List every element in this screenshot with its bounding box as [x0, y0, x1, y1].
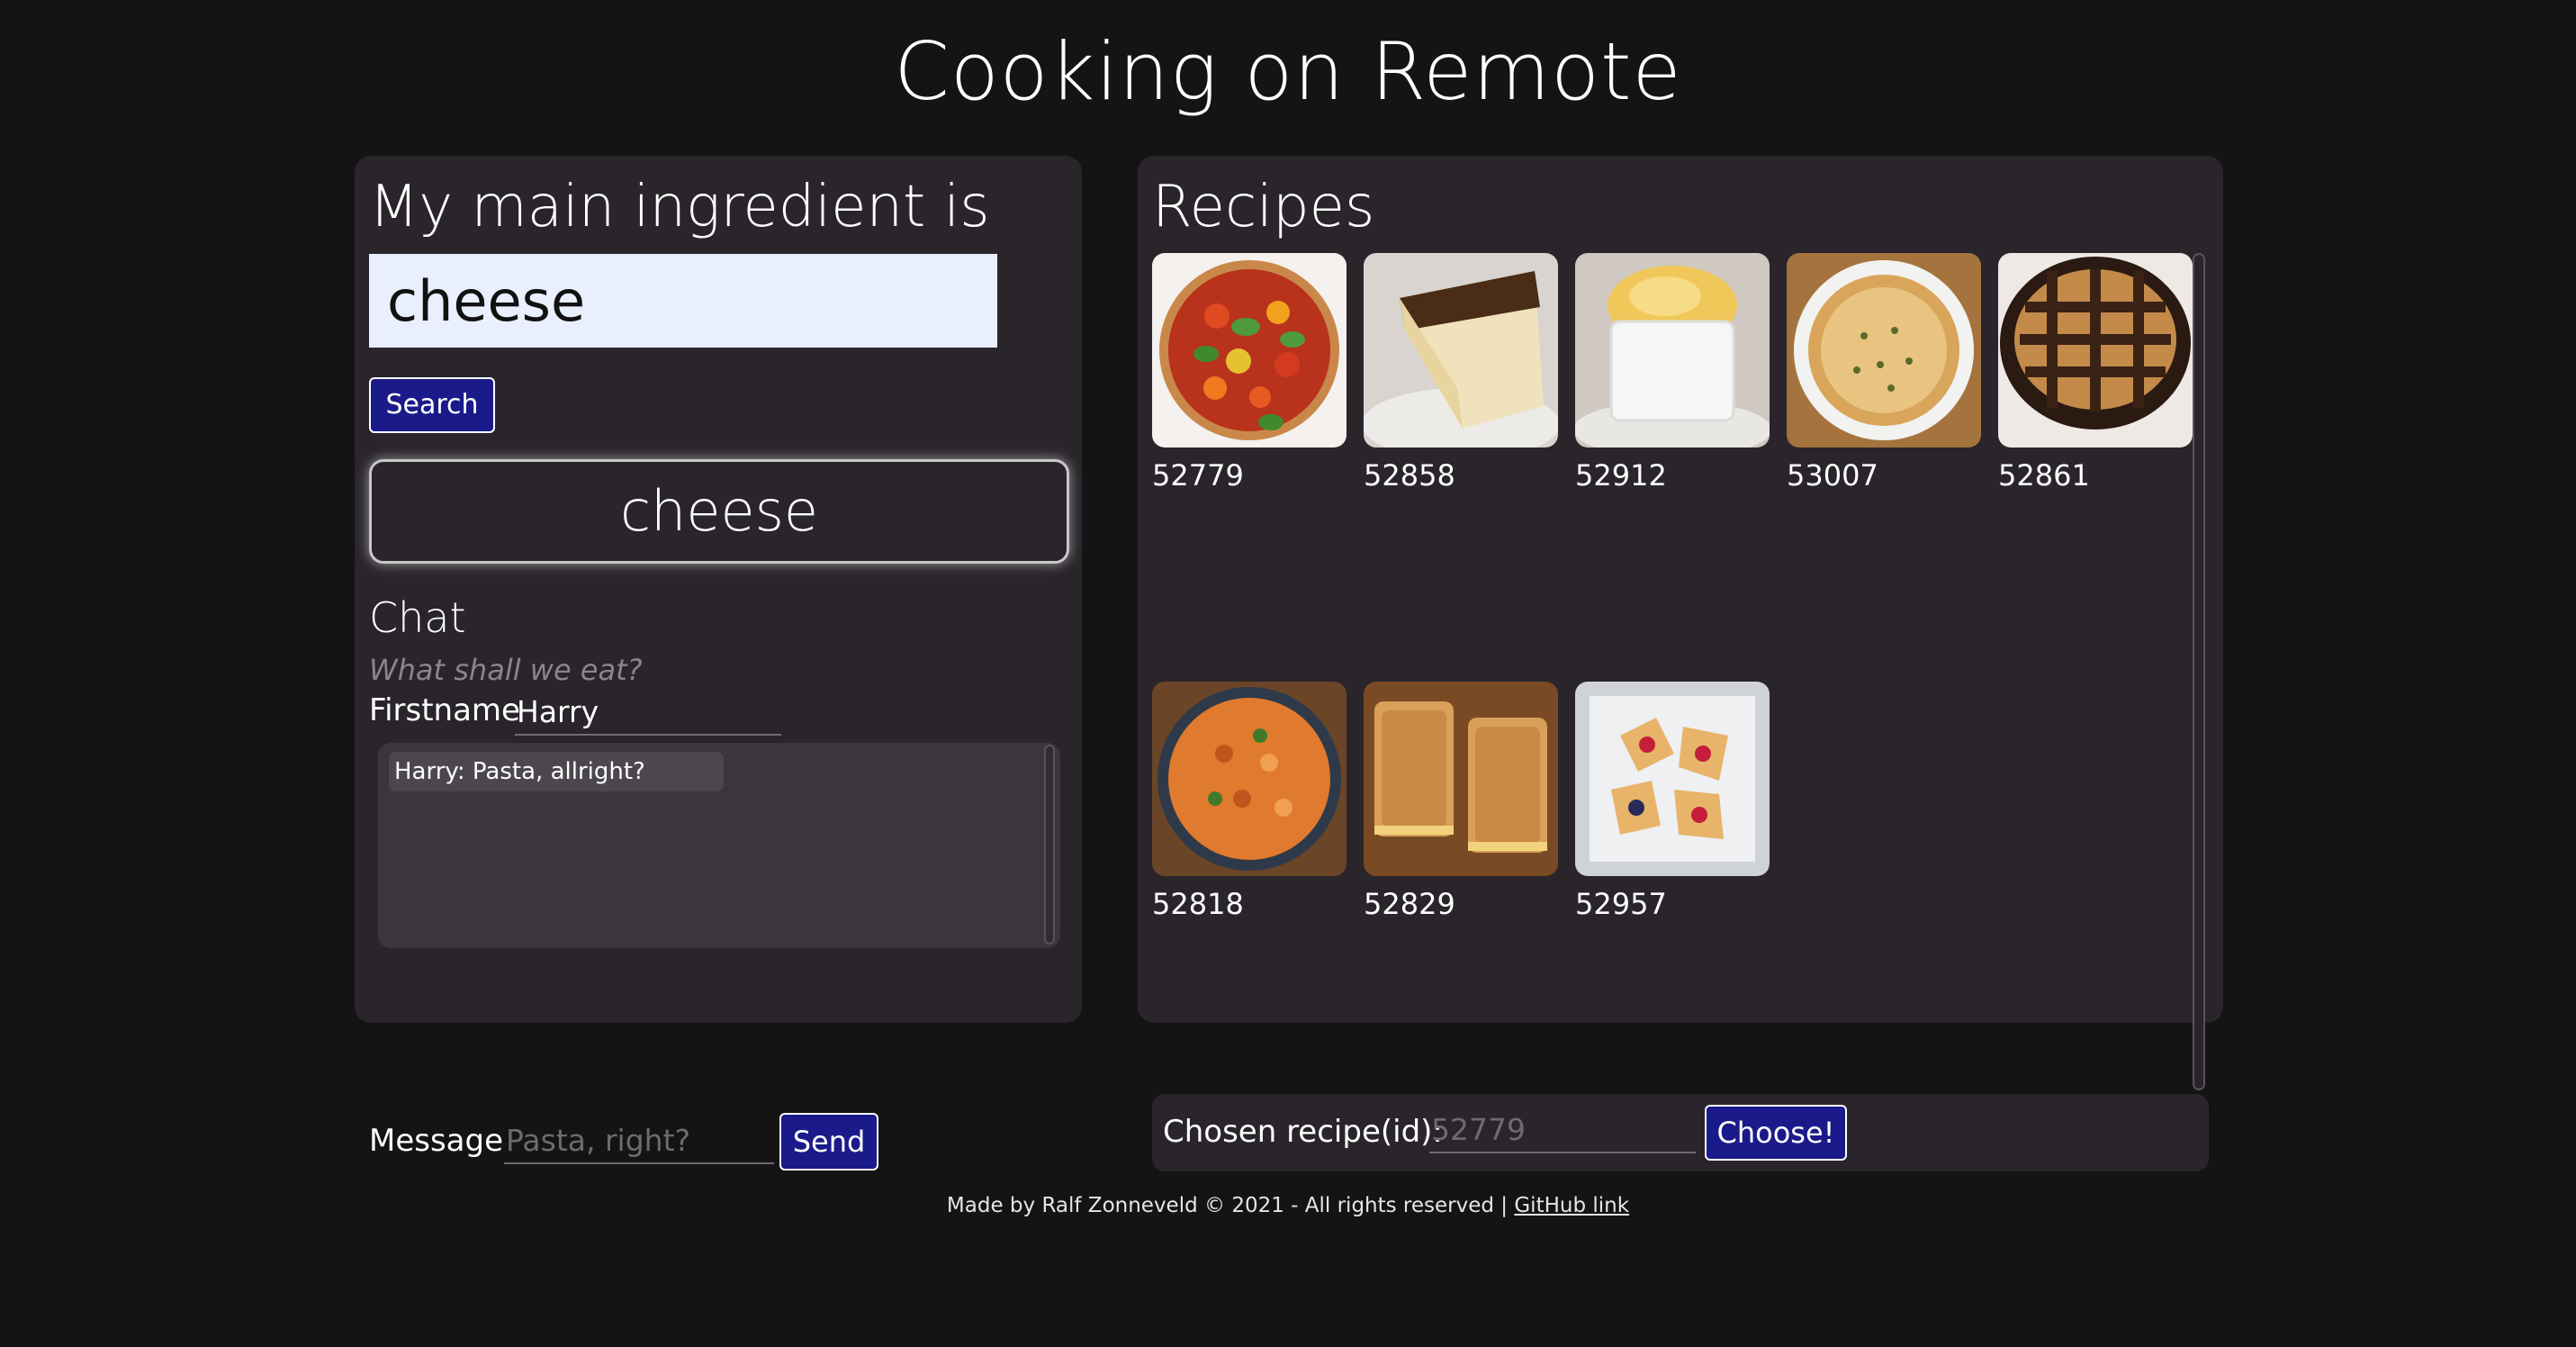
choose-button[interactable]: Choose!: [1705, 1105, 1847, 1161]
github-link[interactable]: GitHub link: [1514, 1194, 1629, 1217]
recipe-card[interactable]: 52957: [1575, 682, 1770, 925]
recipe-id: 52858: [1364, 458, 1455, 493]
chat-log[interactable]: Harry: Pasta, allright?: [378, 743, 1060, 948]
recipe-id: 52861: [1998, 458, 2090, 493]
souffle-image[interactable]: [1575, 253, 1770, 447]
recipes-panel: Recipes 52779 52858 52912 53007 52861 52…: [1138, 156, 2223, 1090]
selected-ingredient: cheese: [369, 459, 1069, 564]
firstname-label: Firstname: [369, 692, 520, 728]
tomato-tart-image[interactable]: [1152, 253, 1347, 447]
search-button[interactable]: Search: [369, 377, 495, 433]
recipe-card[interactable]: 52861: [1998, 253, 2193, 496]
chosen-recipe-label: Chosen recipe(id):: [1163, 1114, 1443, 1150]
recipe-id: 52779: [1152, 458, 1244, 493]
cheesecake-slice-image[interactable]: [1364, 253, 1558, 447]
recipe-id-input[interactable]: [1429, 1107, 1696, 1153]
footer: Made by Ralf Zonneveld © 2021 - All righ…: [0, 1194, 2576, 1217]
recipe-card[interactable]: 52779: [1152, 253, 1347, 496]
chosen-recipe-bar: Chosen recipe(id): Choose!: [1152, 1094, 2209, 1171]
recipe-id: 52912: [1575, 458, 1667, 493]
ingredient-panel: My main ingredient is Search cheese Chat…: [355, 156, 1082, 1171]
firstname-input[interactable]: [515, 689, 781, 736]
message-label: Message: [369, 1123, 504, 1159]
message-input[interactable]: [504, 1117, 774, 1164]
recipe-card[interactable]: 52912: [1575, 253, 1770, 496]
recipe-card[interactable]: 53007: [1787, 253, 1981, 496]
recipe-card[interactable]: 52818: [1152, 682, 1347, 925]
chat-hint: What shall we eat?: [369, 653, 643, 687]
footer-text: Made by Ralf Zonneveld © 2021 - All righ…: [946, 1194, 1509, 1217]
recipes-scrollbar[interactable]: [2193, 253, 2205, 1090]
quiche-image[interactable]: [1787, 253, 1981, 447]
chocolate-tart-image[interactable]: [1998, 253, 2193, 447]
grilled-cheese-image[interactable]: [1364, 682, 1558, 876]
chat-heading: Chat: [369, 593, 466, 642]
recipe-card[interactable]: 52858: [1364, 253, 1558, 496]
recipe-id: 52818: [1152, 887, 1244, 921]
chat-message: Harry: Pasta, allright?: [389, 752, 724, 791]
ingredient-heading: My main ingredient is: [369, 174, 990, 240]
send-button[interactable]: Send: [779, 1113, 878, 1171]
recipes-heading: Recipes: [1152, 174, 1375, 240]
recipe-id: 53007: [1787, 458, 1878, 493]
pasta-dish-image[interactable]: [1152, 682, 1347, 876]
page-title: Cooking on Remote: [894, 25, 1682, 118]
recipe-card[interactable]: 52829: [1364, 682, 1558, 925]
recipe-id: 52957: [1575, 887, 1667, 921]
berry-pastries-image[interactable]: [1575, 682, 1770, 876]
recipe-id: 52829: [1364, 887, 1455, 921]
chat-scrollbar[interactable]: [1044, 745, 1055, 945]
ingredient-input[interactable]: [369, 254, 997, 348]
